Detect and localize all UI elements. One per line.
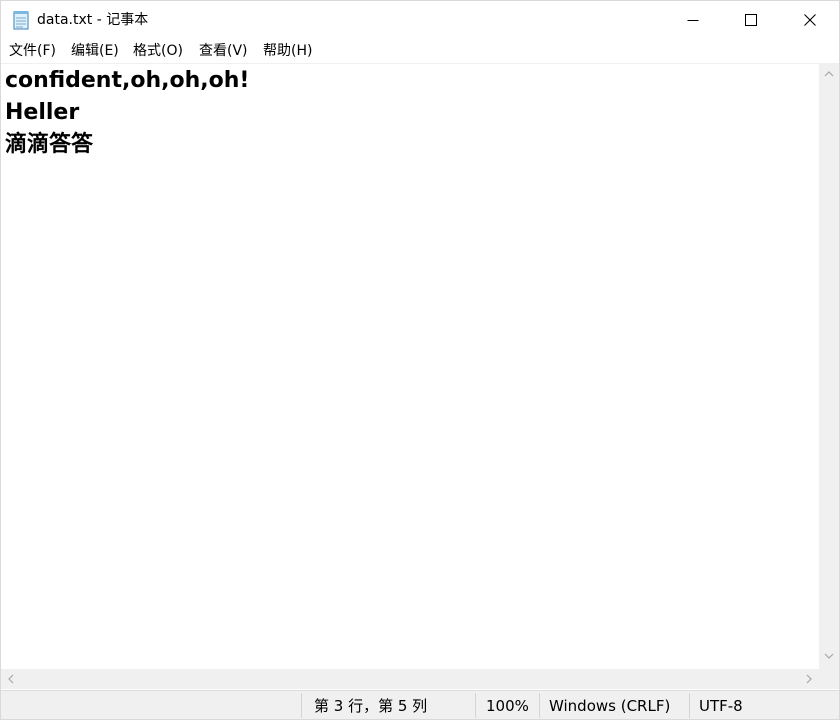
menu-bar: 文件(F) 编辑(E) 格式(O) 查看(V) 帮助(H) [1, 39, 839, 63]
title-bar[interactable]: data.txt - 记事本 [1, 1, 839, 39]
maximize-icon [745, 14, 757, 26]
status-bar: 第 3 行，第 5 列 100% Windows (CRLF) UTF-8 [1, 690, 839, 719]
horizontal-scrollbar[interactable] [1, 669, 819, 689]
text-editor-area[interactable]: confident,oh,oh,oh! Heller 滴滴答答 [1, 63, 819, 670]
minimize-icon [687, 20, 699, 21]
scrollbar-corner [819, 669, 839, 689]
editor-line-2: Heller [5, 100, 80, 125]
close-icon [804, 14, 816, 26]
scroll-right-arrow-icon[interactable] [805, 674, 813, 684]
editor-line-3: 滴滴答答 [5, 132, 94, 157]
status-divider [539, 693, 540, 718]
menu-view[interactable]: 查看(V) [199, 41, 248, 61]
window-title: data.txt - 记事本 [37, 12, 149, 28]
cursor-position: 第 3 行，第 5 列 [314, 697, 428, 715]
status-divider [301, 693, 302, 718]
close-button[interactable] [781, 1, 839, 39]
scroll-up-arrow-icon[interactable] [824, 70, 834, 78]
encoding: UTF-8 [699, 697, 743, 715]
editor-line-1: confident,oh,oh,oh! [5, 68, 250, 93]
line-ending: Windows (CRLF) [549, 697, 671, 715]
notepad-app-icon[interactable] [12, 10, 30, 30]
minimize-button[interactable] [664, 1, 722, 39]
menu-help[interactable]: 帮助(H) [263, 41, 312, 61]
menu-edit[interactable]: 编辑(E) [71, 41, 119, 61]
scroll-down-arrow-icon[interactable] [824, 652, 834, 660]
menu-format[interactable]: 格式(O) [133, 41, 183, 61]
notepad-window: data.txt - 记事本 文件(F) 编辑(E) 格式(O) 查看(V) 帮… [0, 0, 840, 720]
menu-file[interactable]: 文件(F) [9, 41, 56, 61]
scroll-left-arrow-icon[interactable] [7, 674, 15, 684]
status-divider [689, 693, 690, 718]
status-divider [475, 693, 476, 718]
zoom-level: 100% [486, 697, 529, 715]
maximize-button[interactable] [722, 1, 780, 39]
vertical-scrollbar[interactable] [819, 63, 839, 669]
